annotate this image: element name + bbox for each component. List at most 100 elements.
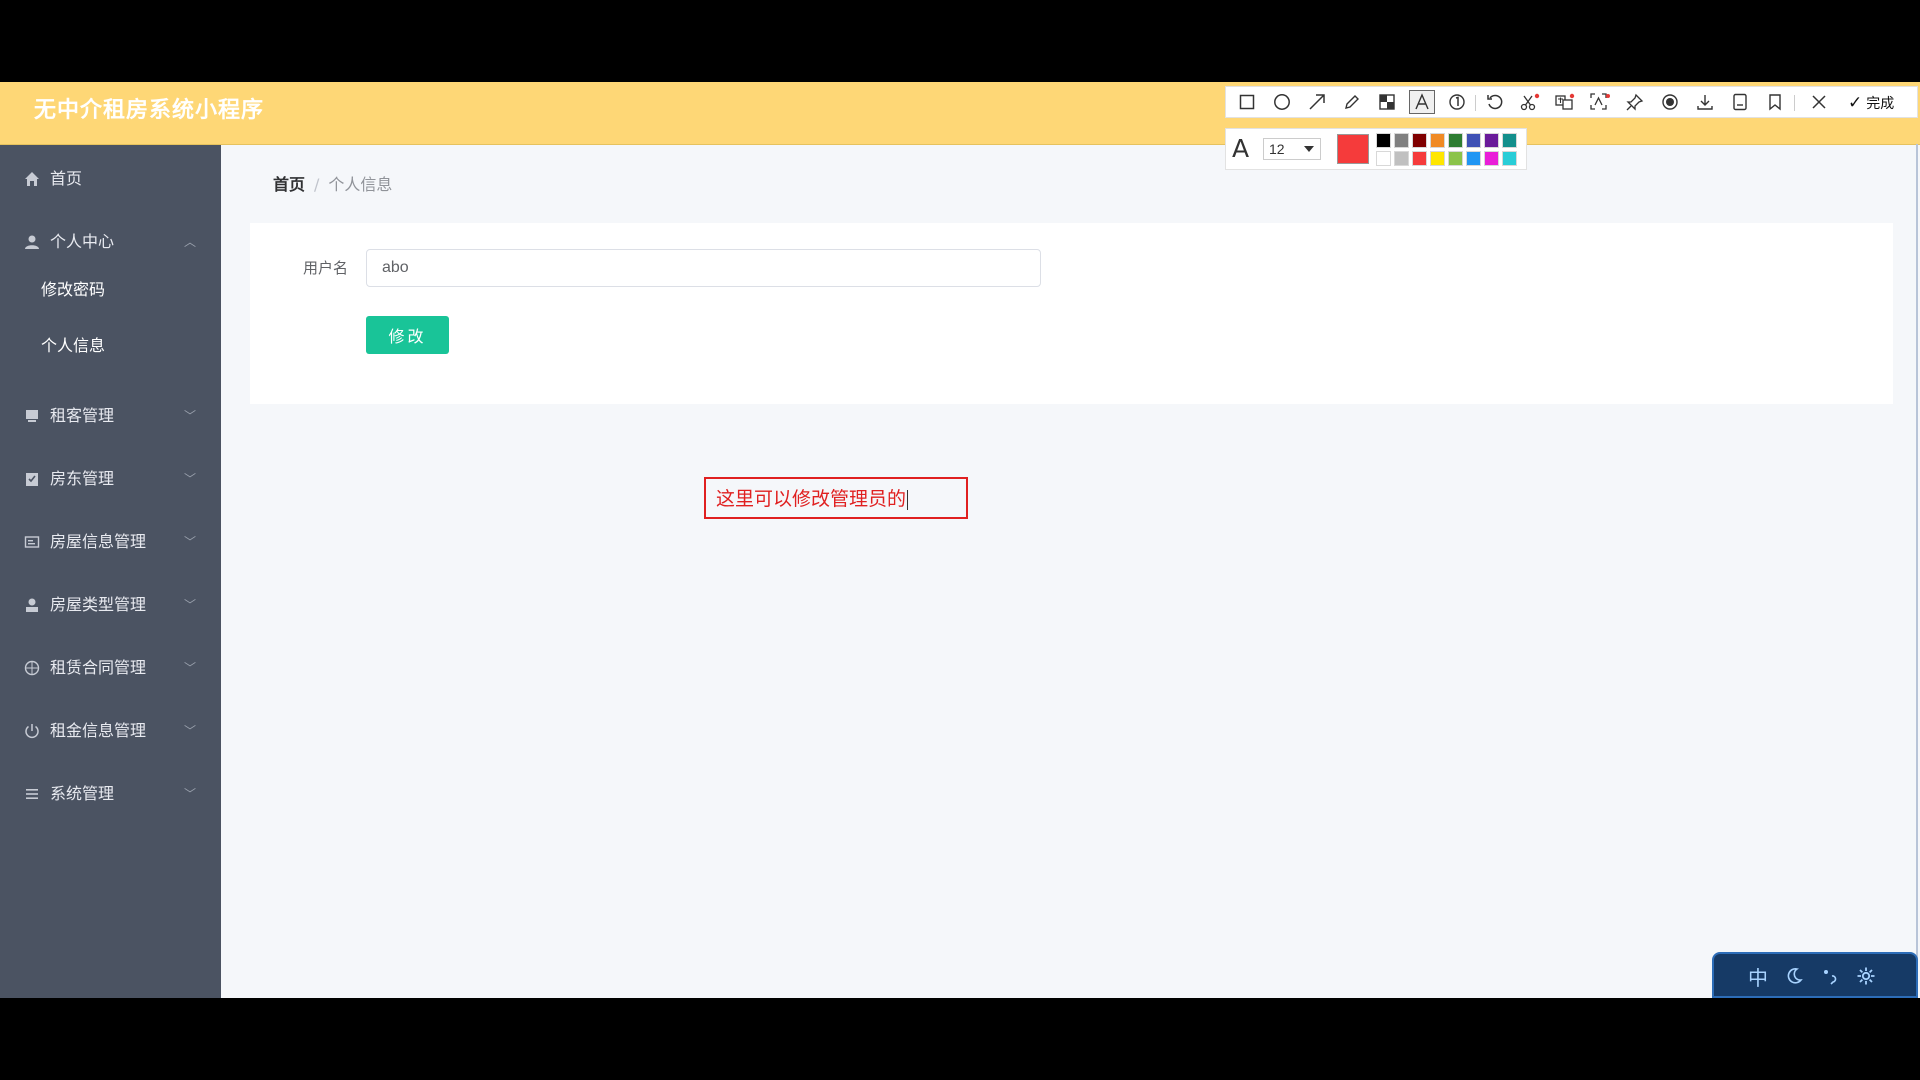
- color-swatch[interactable]: [1484, 151, 1499, 166]
- punctuation-icon[interactable]: [1814, 962, 1846, 990]
- color-swatch[interactable]: [1502, 133, 1517, 148]
- sidebar-item-tenant-management[interactable]: 租客管理 ﹀: [0, 396, 221, 436]
- color-swatch[interactable]: [1376, 133, 1391, 148]
- number-marker-icon[interactable]: [1444, 90, 1470, 114]
- chevron-down-icon: ﹀: [184, 724, 197, 738]
- sidebar-item-label: 房东管理: [50, 469, 115, 488]
- sidebar-item-label: 系统管理: [50, 784, 115, 803]
- record-icon[interactable]: [1657, 90, 1683, 114]
- color-swatch[interactable]: [1448, 151, 1463, 166]
- breadcrumb-separator: /: [314, 175, 320, 194]
- username-label: 用户名: [303, 259, 349, 277]
- color-swatch[interactable]: [1430, 133, 1445, 148]
- pin-icon[interactable]: [1622, 90, 1648, 114]
- chevron-down-icon: ﹀: [184, 472, 197, 486]
- current-color-swatch[interactable]: [1337, 134, 1369, 164]
- snip-toolbar: ✓ 完成: [1225, 86, 1918, 118]
- color-swatch[interactable]: [1394, 151, 1409, 166]
- sidebar-item-label: 租客管理: [50, 406, 115, 425]
- sidebar-item-house-info-management[interactable]: 房屋信息管理 ﹀: [0, 522, 221, 562]
- sidebar: 首页 个人中心 ︿ 修改密码 个人信息 租客管理 ﹀ 房东管理 ﹀ 房屋信息管理…: [0, 145, 221, 998]
- color-swatch[interactable]: [1502, 151, 1517, 166]
- undo-icon[interactable]: [1482, 90, 1508, 114]
- font-size-select[interactable]: 12: [1263, 138, 1321, 160]
- color-swatch[interactable]: [1448, 133, 1463, 148]
- ime-language-toggle[interactable]: 中: [1742, 962, 1774, 990]
- breadcrumb-current: 个人信息: [328, 175, 393, 194]
- done-button[interactable]: ✓ 完成: [1848, 91, 1894, 115]
- window-edge: [1916, 144, 1918, 998]
- tenant-icon: [22, 406, 42, 426]
- arrow-icon[interactable]: [1304, 90, 1330, 114]
- modify-button[interactable]: 修改: [366, 316, 449, 354]
- color-swatch[interactable]: [1376, 151, 1391, 166]
- sidebar-item-lease-contract-management[interactable]: 租赁合同管理 ﹀: [0, 648, 221, 688]
- close-icon[interactable]: [1806, 90, 1832, 114]
- home-icon: [22, 169, 42, 189]
- dropdown-arrow-icon: [1304, 146, 1314, 152]
- landlord-icon: [22, 469, 42, 489]
- annotation-text: 这里可以修改管理员的: [716, 487, 909, 511]
- color-swatch[interactable]: [1466, 133, 1481, 148]
- rent-icon: [22, 721, 42, 741]
- chevron-down-icon: ﹀: [184, 661, 197, 675]
- chevron-down-icon: ﹀: [184, 598, 197, 612]
- app-window: 无中介租房系统小程序 首页 个人中心 ︿ 修改密码 个人信息 租客管理 ﹀ 房东…: [0, 82, 1920, 998]
- download-icon[interactable]: [1692, 90, 1718, 114]
- username-input[interactable]: [366, 249, 1041, 287]
- sidebar-subitem-personal-info[interactable]: 个人信息: [41, 336, 105, 356]
- color-swatch[interactable]: [1484, 133, 1499, 148]
- chevron-down-icon: ﹀: [184, 787, 197, 801]
- contract-icon: [22, 658, 42, 678]
- color-swatch[interactable]: [1466, 151, 1481, 166]
- sidebar-item-landlord-management[interactable]: 房东管理 ﹀: [0, 459, 221, 499]
- color-swatch[interactable]: [1394, 133, 1409, 148]
- ime-toolbar: 中: [1712, 952, 1918, 998]
- ocr-icon[interactable]: [1587, 90, 1613, 114]
- sidebar-item-system-management[interactable]: 系统管理 ﹀: [0, 774, 221, 814]
- sidebar-item-label: 租赁合同管理: [50, 658, 147, 677]
- user-icon: [22, 232, 42, 252]
- sidebar-item-home[interactable]: 首页: [0, 159, 221, 199]
- color-swatch[interactable]: [1412, 151, 1427, 166]
- sidebar-item-house-type-management[interactable]: 房屋类型管理 ﹀: [0, 585, 221, 625]
- done-label: 完成: [1866, 96, 1895, 112]
- sidebar-item-label: 房屋类型管理: [50, 595, 147, 614]
- rectangle-icon[interactable]: [1234, 90, 1260, 114]
- toolbar-separator: [1475, 95, 1476, 111]
- color-swatch[interactable]: [1430, 151, 1445, 166]
- text-properties-panel: A 12: [1225, 128, 1527, 170]
- mosaic-icon[interactable]: [1374, 90, 1400, 114]
- font-size-value: 12: [1269, 141, 1285, 157]
- check-icon: ✓: [1848, 93, 1863, 113]
- save-icon[interactable]: [1727, 90, 1753, 114]
- sidebar-item-label: 个人中心: [50, 232, 115, 251]
- moon-icon[interactable]: [1778, 962, 1810, 990]
- sidebar-item-rent-info-management[interactable]: 租金信息管理 ﹀: [0, 711, 221, 751]
- app-title: 无中介租房系统小程序: [34, 98, 265, 123]
- pencil-icon[interactable]: [1339, 90, 1365, 114]
- chevron-down-icon: ﹀: [184, 409, 197, 423]
- sidebar-item-label: 房屋信息管理: [50, 532, 147, 551]
- chevron-down-icon: ﹀: [184, 535, 197, 549]
- scissors-ai-icon[interactable]: [1517, 90, 1543, 114]
- sidebar-subitem-change-password[interactable]: 修改密码: [41, 280, 105, 300]
- text-caret: [907, 489, 909, 510]
- gear-icon[interactable]: [1850, 962, 1882, 990]
- breadcrumb-home[interactable]: 首页: [273, 175, 305, 194]
- translate-icon[interactable]: [1552, 90, 1578, 114]
- bookmark-icon[interactable]: [1762, 90, 1788, 114]
- breadcrumb: 首页 / 个人信息: [273, 175, 392, 195]
- color-swatch[interactable]: [1412, 133, 1427, 148]
- house-type-icon: [22, 595, 42, 615]
- text-icon[interactable]: [1409, 90, 1435, 114]
- annotation-text-content: 这里可以修改管理员的: [716, 488, 907, 510]
- sidebar-item-label: 首页: [50, 169, 83, 188]
- sidebar-item-personal-center[interactable]: 个人中心 ︿: [0, 222, 221, 262]
- ellipse-icon[interactable]: [1269, 90, 1295, 114]
- system-icon: [22, 784, 42, 804]
- house-info-icon: [22, 532, 42, 552]
- font-icon: A: [1232, 134, 1250, 163]
- text-annotation-box[interactable]: 这里可以修改管理员的: [704, 477, 968, 519]
- sidebar-item-label: 租金信息管理: [50, 721, 147, 740]
